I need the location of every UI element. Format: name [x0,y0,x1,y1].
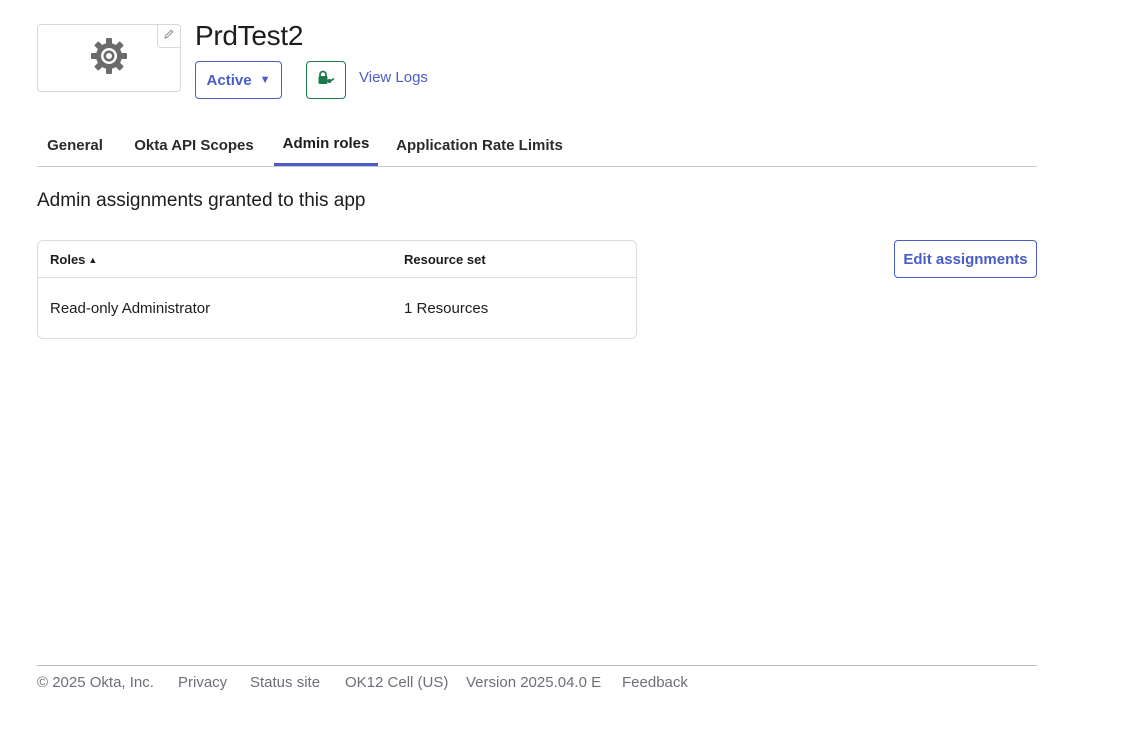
caret-down-icon: ▼ [259,74,271,86]
tab-bar: General Okta API Scopes Admin roles Appl… [37,124,1037,167]
tab-application-rate-limits[interactable]: Application Rate Limits [390,124,569,166]
page-title: PrdTest2 [195,20,304,51]
tab-admin-roles[interactable]: Admin roles [274,124,378,166]
footer-feedback-link[interactable]: Feedback [622,674,688,691]
view-logs-link[interactable]: View Logs [359,69,428,86]
status-label: Active [206,71,252,89]
lock-key-icon [317,70,335,91]
app-logo [37,24,181,92]
tab-general[interactable]: General [37,124,113,166]
gear-icon [90,37,128,80]
footer-status-site-link[interactable]: Status site [250,674,320,691]
edit-assignments-button[interactable]: Edit assignments [894,240,1037,278]
footer-cell: OK12 Cell (US) [345,674,449,691]
resource-set-cell[interactable]: 1 Resources [404,300,488,317]
column-header-resource-set: Resource set [404,252,486,267]
push-groups-button[interactable] [306,61,346,99]
sort-ascending-icon: ▲ [88,255,98,265]
column-header-roles[interactable]: Roles ▲ [50,252,97,267]
column-header-roles-label: Roles [50,252,86,267]
pencil-icon [163,27,175,45]
admin-assignments-table: Roles ▲ Resource set Read-only Administra… [37,240,637,339]
table-header: Roles ▲ Resource set [38,241,636,278]
status-dropdown-button[interactable]: Active ▼ [195,61,282,99]
footer-copyright: © 2025 Okta, Inc. [37,674,154,691]
tab-okta-api-scopes[interactable]: Okta API Scopes [125,124,263,166]
footer-privacy-link[interactable]: Privacy [178,674,227,691]
role-cell: Read-only Administrator [50,300,211,317]
edit-logo-button[interactable] [157,24,181,48]
section-title: Admin assignments granted to this app [37,190,366,211]
page: PrdTest2 Active ▼ View Logs General Okta… [0,0,1137,749]
footer: © 2025 Okta, Inc. Privacy Status site OK… [37,665,1037,706]
footer-version: Version 2025.04.0 E [466,674,602,691]
